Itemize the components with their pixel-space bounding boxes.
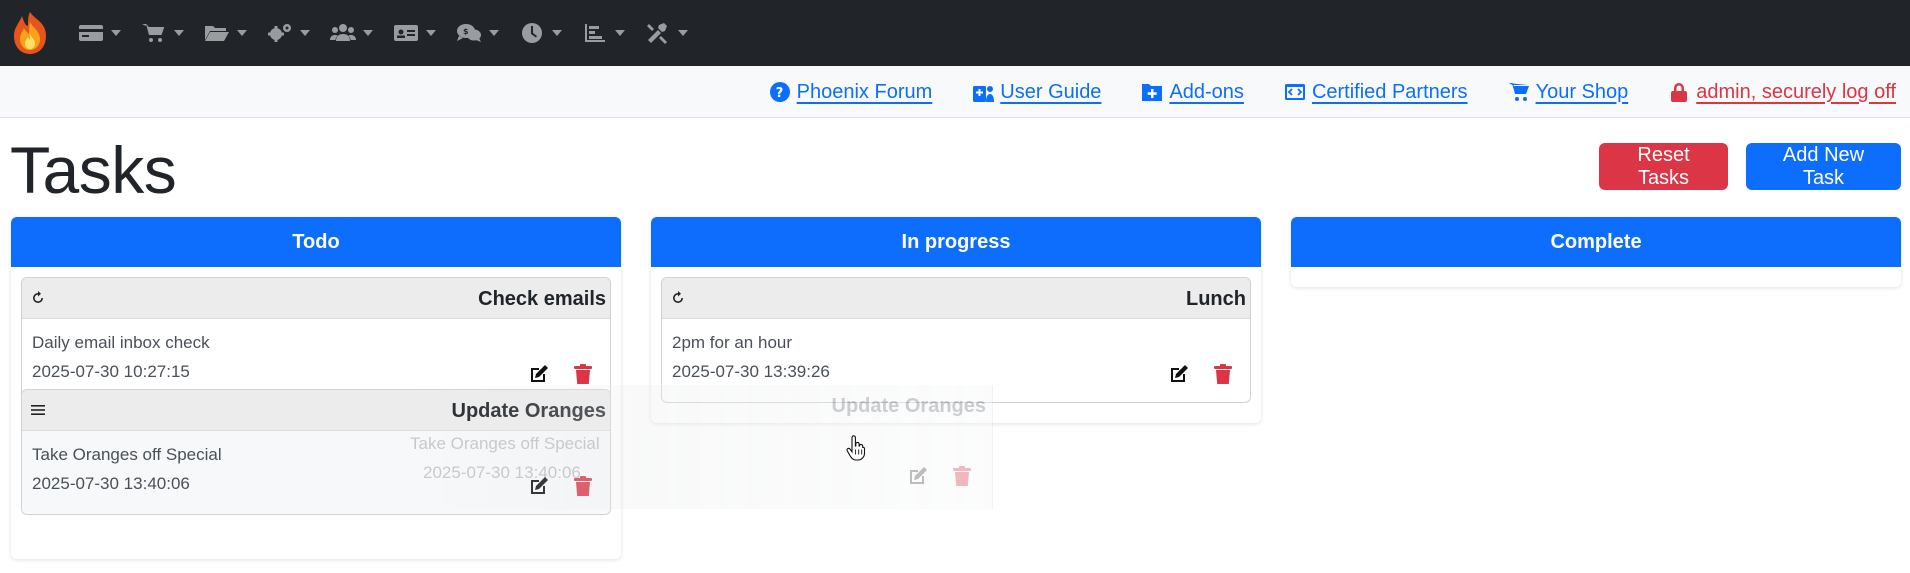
reset-tasks-button[interactable]: Reset Tasks — [1599, 143, 1728, 190]
phoenix-forum-label: Phoenix Forum — [796, 80, 933, 103]
edit-icon[interactable] — [1168, 363, 1190, 385]
certified-partners-label: Certified Partners — [1311, 80, 1468, 103]
task-title: Check emails — [478, 288, 606, 310]
task-date: 2025-07-30 13:39:26 — [672, 362, 830, 381]
shopping-cart-icon — [1507, 83, 1529, 101]
nav-tools[interactable] — [645, 0, 688, 66]
secondary-navbar: ? Phoenix Forum User Guide Add-ons Certi… — [0, 66, 1910, 118]
your-shop-label: Your Shop — [1535, 80, 1629, 103]
add-ons-link[interactable]: Add-ons — [1141, 81, 1244, 104]
page-title: Tasks — [10, 133, 177, 207]
user-guide-link[interactable]: User Guide — [972, 81, 1101, 104]
edit-icon[interactable] — [528, 363, 550, 385]
gears-icon — [268, 24, 291, 42]
task-description: Take Oranges off Special — [32, 445, 222, 464]
nav-reports[interactable] — [519, 0, 562, 66]
task-title: Update Oranges — [451, 400, 606, 422]
recurring-icon — [673, 291, 683, 303]
tools-icon — [647, 23, 667, 44]
task-card-body: Take Oranges off Special 2025-07-30 13:4… — [22, 431, 610, 514]
chevron-down-icon — [174, 30, 184, 36]
task-description: Daily email inbox check — [32, 333, 210, 352]
svg-text:$: $ — [463, 27, 469, 36]
nav-payments[interactable] — [78, 0, 121, 66]
user-guide-label: User Guide — [1000, 80, 1102, 103]
nav-localization[interactable] — [393, 0, 436, 66]
nav-statistics[interactable] — [582, 0, 625, 66]
column-todo[interactable]: Todo Check emails Daily email inbox chec… — [11, 217, 621, 559]
comments-dollar-icon: $ — [457, 24, 481, 42]
nav-catalog[interactable] — [204, 0, 247, 66]
column-in-progress[interactable]: In progress Lunch 2pm for an hour 2025-0… — [651, 217, 1261, 423]
phoenix-logo-icon[interactable] — [8, 10, 52, 56]
phoenix-forum-link[interactable]: ? Phoenix Forum — [769, 80, 933, 104]
task-card[interactable]: Check emails Daily email inbox check 202… — [21, 277, 611, 403]
task-title: Lunch — [1186, 288, 1246, 310]
code-window-icon — [1284, 84, 1305, 100]
task-date: 2025-07-30 10:27:15 — [32, 362, 190, 381]
column-complete-header: Complete — [1291, 217, 1901, 267]
nav-orders[interactable] — [141, 0, 184, 66]
bar-chart-icon — [585, 24, 605, 42]
trash-icon[interactable] — [573, 475, 593, 497]
column-in-progress-header: In progress — [651, 217, 1261, 267]
lock-icon — [1671, 83, 1688, 102]
trash-icon — [953, 466, 971, 486]
task-card-header: Lunch — [662, 278, 1250, 319]
nav-customers[interactable] — [330, 0, 373, 66]
add-new-task-button[interactable]: Add New Task — [1746, 143, 1901, 190]
svg-text:?: ? — [775, 86, 783, 101]
id-card-icon — [394, 25, 418, 41]
edit-icon[interactable] — [528, 475, 550, 497]
column-complete[interactable]: Complete — [1291, 217, 1901, 287]
chevron-down-icon — [111, 30, 121, 36]
credit-card-icon — [79, 25, 103, 41]
task-card-header: Check emails — [22, 278, 610, 319]
add-ons-label: Add-ons — [1169, 80, 1244, 103]
chevron-down-icon — [426, 30, 436, 36]
header-links: ? Phoenix Forum User Guide Add-ons Certi… — [729, 66, 1896, 118]
trash-icon[interactable] — [573, 363, 593, 385]
folder-plus-icon — [1142, 84, 1163, 101]
logoff-link[interactable]: admin, securely log off — [1668, 81, 1896, 104]
task-card-body: 2pm for an hour 2025-07-30 13:39:26 — [662, 319, 1250, 402]
chevron-down-icon — [363, 30, 373, 36]
task-card-header: Update Oranges — [22, 390, 610, 431]
column-todo-header: Todo — [11, 217, 621, 267]
edit-icon — [910, 467, 927, 484]
chevron-down-icon — [552, 30, 562, 36]
admin-menu: $ — [78, 0, 708, 66]
question-circle-icon: ? — [769, 82, 790, 102]
hospital-user-icon — [973, 86, 995, 102]
top-navbar: $ — [0, 0, 1910, 66]
users-icon — [330, 24, 356, 41]
hand-cursor-icon — [846, 435, 866, 461]
your-shop-link[interactable]: Your Shop — [1507, 80, 1629, 104]
clock-icon — [522, 23, 542, 43]
chevron-down-icon — [489, 30, 499, 36]
folder-open-icon — [205, 26, 229, 41]
shopping-cart-icon — [142, 24, 165, 42]
task-card[interactable]: Update Oranges Take Oranges off Special … — [21, 389, 611, 515]
nav-marketing[interactable]: $ — [456, 0, 499, 66]
drag-handle-icon[interactable] — [30, 402, 46, 418]
chevron-down-icon — [615, 30, 625, 36]
task-card[interactable]: Lunch 2pm for an hour 2025-07-30 13:39:2… — [661, 277, 1251, 403]
logoff-label: admin, securely log off — [1696, 80, 1896, 103]
certified-partners-link[interactable]: Certified Partners — [1284, 81, 1468, 104]
task-description: 2pm for an hour — [672, 333, 793, 352]
chevron-down-icon — [237, 30, 247, 36]
chevron-down-icon — [678, 30, 688, 36]
task-date: 2025-07-30 13:40:06 — [32, 474, 190, 493]
nav-configuration[interactable] — [267, 0, 310, 66]
chevron-down-icon — [300, 30, 310, 36]
trash-icon[interactable] — [1213, 363, 1233, 385]
recurring-icon — [33, 291, 43, 303]
